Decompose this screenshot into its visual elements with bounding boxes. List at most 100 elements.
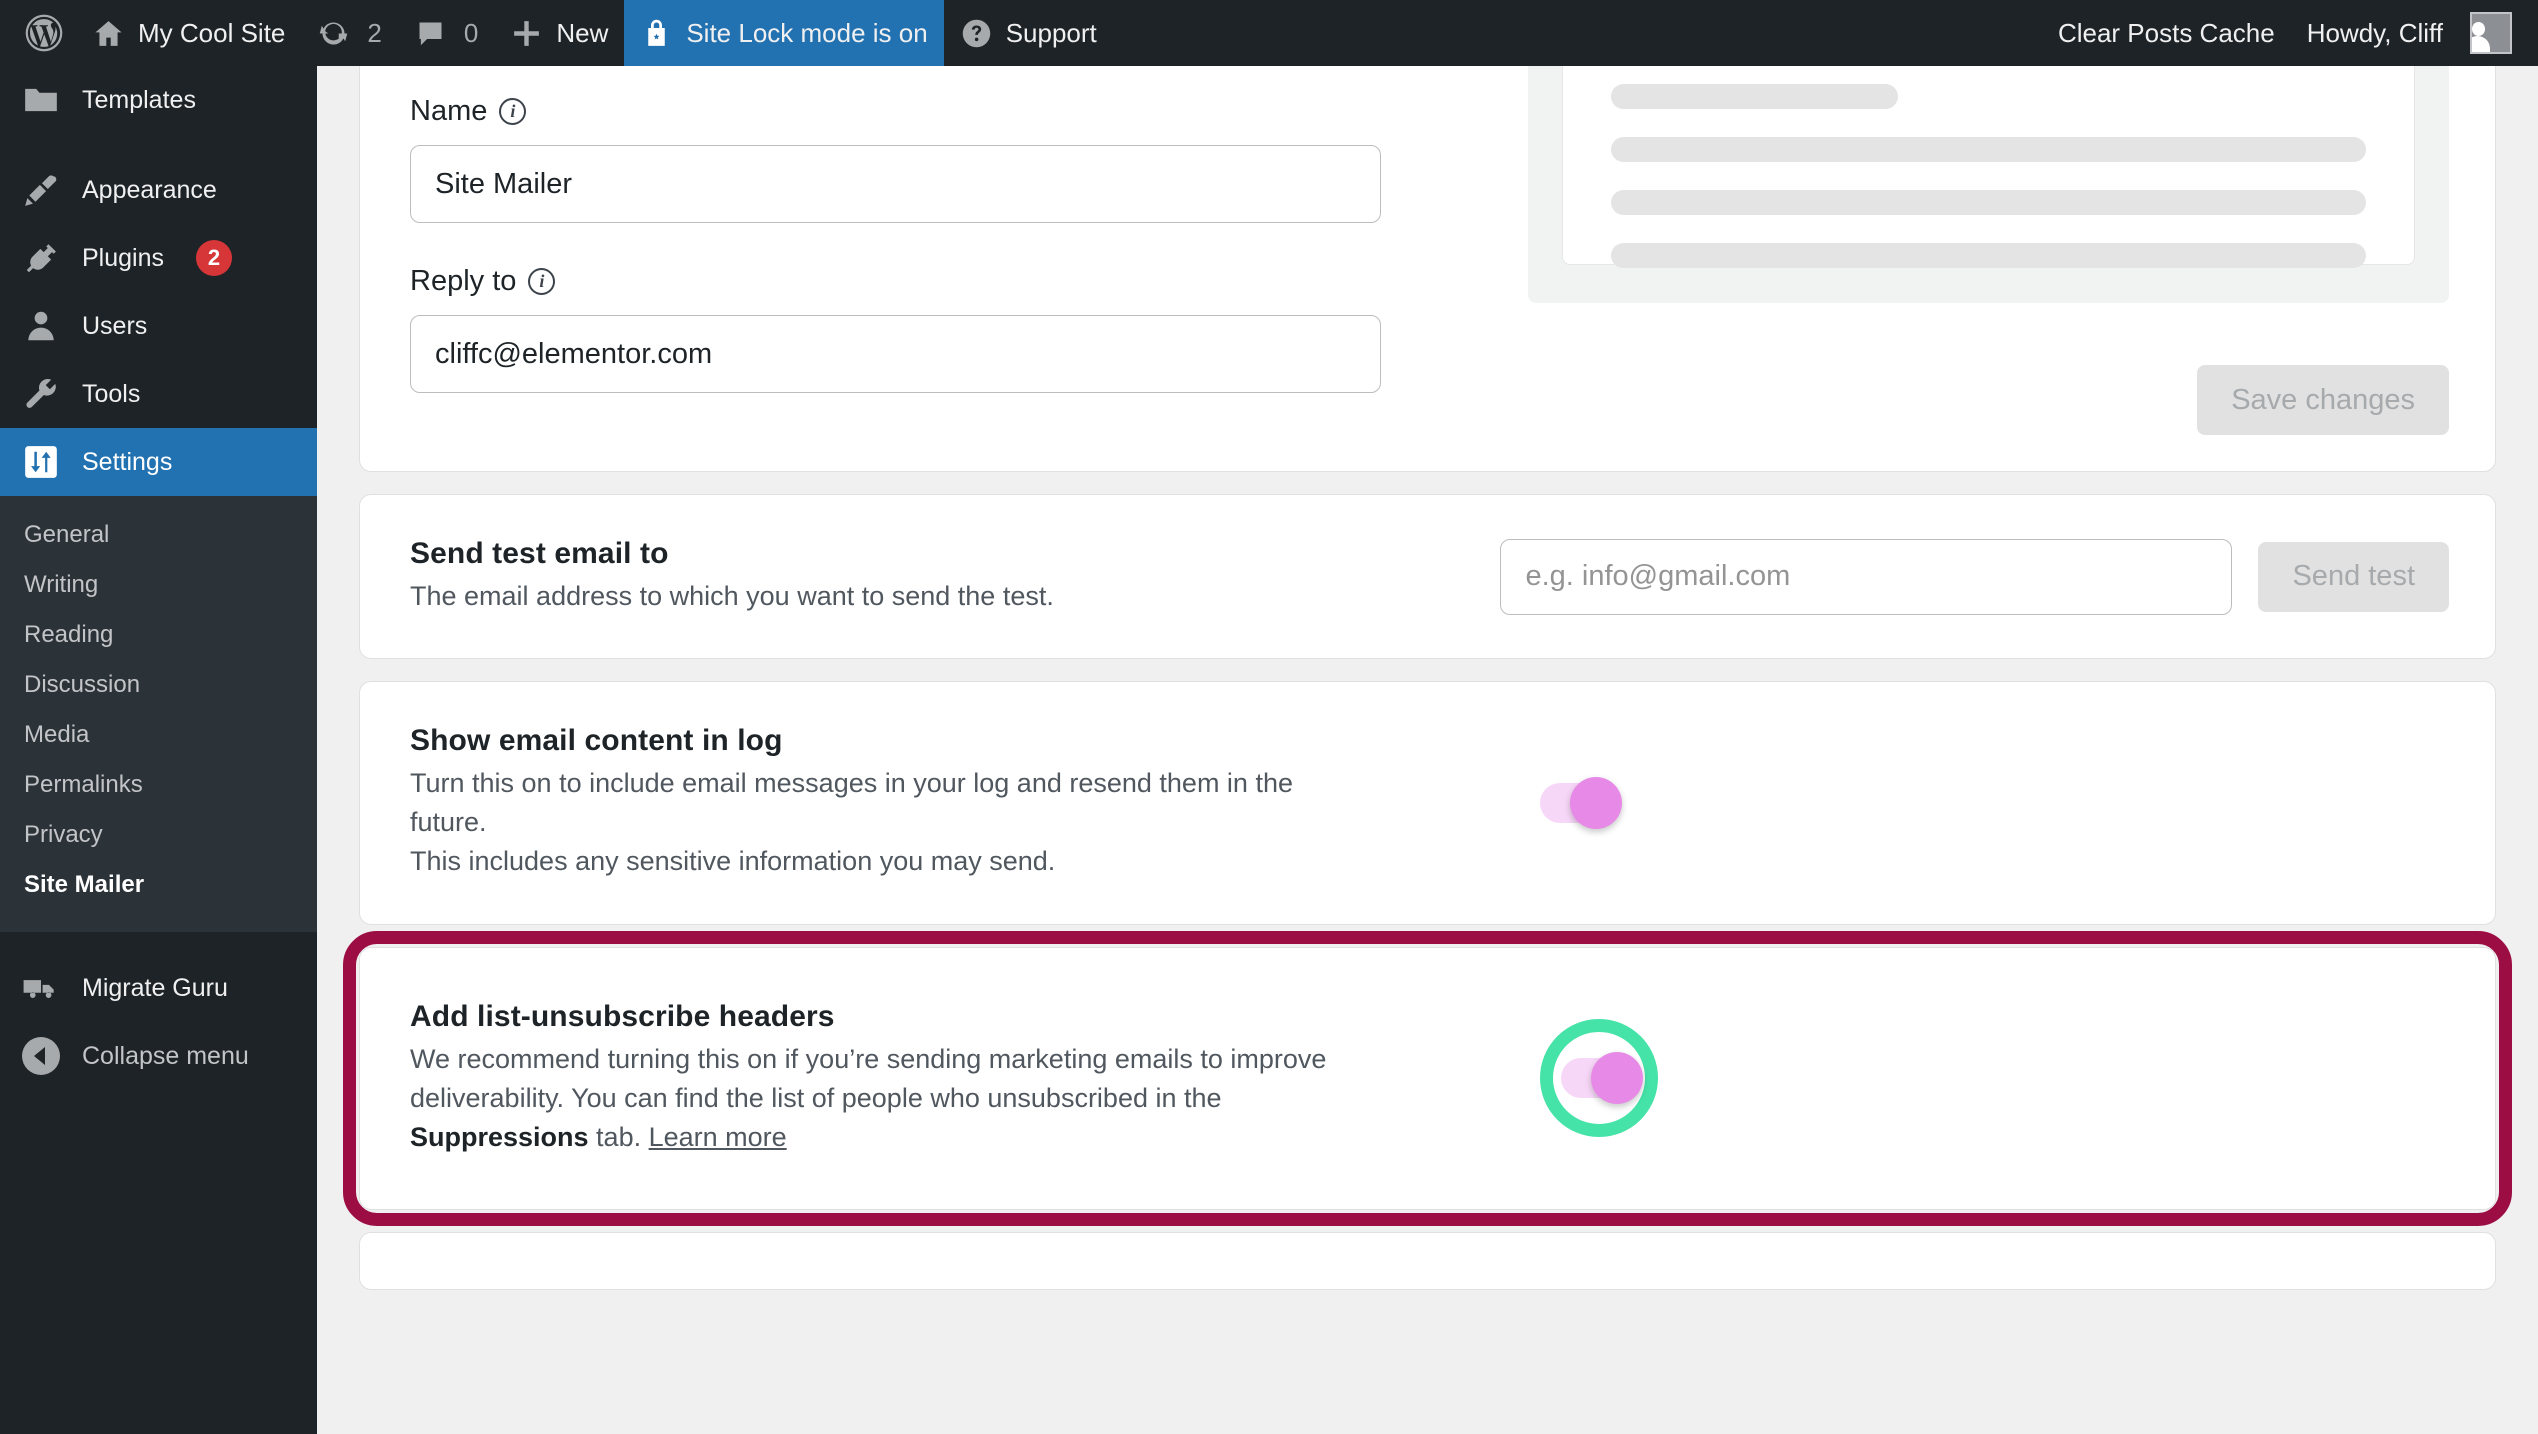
plugins-update-badge: 2	[196, 240, 232, 276]
sender-fields-column: site-address@cliffcuticorellimailer.net.…	[360, 66, 1488, 435]
name-field-label: Name i	[410, 95, 1488, 128]
sidebar-item-tools[interactable]: Tools	[0, 360, 317, 428]
reply-to-input-value: cliffc@elementor.com	[435, 337, 713, 370]
sidebar-item-label: Templates	[82, 85, 196, 114]
list-unsubscribe-headers-desc-3: Suppressions tab. Learn more	[410, 1118, 1540, 1157]
sidebar-item-plugins[interactable]: Plugins 2	[0, 224, 317, 292]
show-email-content-log-desc-1: Turn this on to include email messages i…	[410, 768, 1293, 799]
site-name-menu[interactable]: My Cool Site	[76, 0, 301, 66]
send-test-email-row: Send test email to The email address to …	[360, 495, 2495, 658]
sidebar-item-settings[interactable]: Settings	[0, 428, 333, 496]
list-unsubscribe-headers-desc-1: We recommend turning this on if you’re s…	[410, 1043, 1327, 1074]
email-preview-card: To: You	[1562, 66, 2415, 268]
site-lock-label: Site Lock mode is on	[686, 17, 928, 48]
list-unsubscribe-headers-text: Add list-unsubscribe headers We recommen…	[410, 1000, 1540, 1157]
plug-icon	[22, 239, 60, 277]
sidebar-subitem-privacy[interactable]: Privacy	[0, 810, 317, 860]
plus-icon	[510, 17, 543, 50]
name-input[interactable]: Site Mailer	[410, 145, 1381, 223]
user-icon	[22, 307, 60, 345]
settings-submenu: General Writing Reading Discussion Media…	[0, 496, 317, 932]
send-test-button[interactable]: Send test	[2258, 541, 2449, 612]
comment-bubble-icon	[414, 17, 447, 50]
send-test-email-panel: Send test email to The email address to …	[359, 494, 2496, 660]
support-menu[interactable]: Support	[944, 0, 1113, 66]
save-changes-button[interactable]: Save changes	[2197, 365, 2449, 435]
sender-settings-panel: site-address@cliffcuticorellimailer.net.…	[359, 66, 2496, 472]
toggle-switch-icon[interactable]	[1561, 1052, 1643, 1105]
user-avatar-icon	[2470, 12, 2512, 54]
sidebar-item-templates[interactable]: Templates	[0, 66, 317, 134]
sidebar-subitem-permalinks[interactable]: Permalinks	[0, 760, 317, 810]
test-email-placeholder: e.g. info@gmail.com	[1525, 560, 1791, 593]
paintbrush-icon	[22, 171, 60, 209]
show-email-content-log-toggle-wrap	[1540, 776, 1622, 829]
show-email-content-log-row: Show email content in log Turn this on t…	[360, 682, 2495, 923]
sidebar-subitem-site-mailer[interactable]: Site Mailer	[0, 860, 317, 910]
reply-to-input[interactable]: cliffc@elementor.com	[410, 315, 1381, 393]
howdy-label: Howdy, Cliff	[2306, 17, 2443, 48]
show-email-content-log-panel: Show email content in log Turn this on t…	[359, 681, 2496, 925]
sidebar-subitem-general[interactable]: General	[0, 510, 317, 560]
sidebar-subitem-reading[interactable]: Reading	[0, 610, 317, 660]
new-content-menu[interactable]: New	[494, 0, 624, 66]
test-email-input[interactable]: e.g. info@gmail.com	[1500, 538, 2233, 615]
updates-sync-icon	[317, 17, 350, 50]
reply-to-label-text: Reply to	[410, 265, 517, 297]
learn-more-link[interactable]: Learn more	[649, 1122, 787, 1152]
submenu-label: Media	[24, 721, 90, 748]
my-account-menu[interactable]: Howdy, Cliff	[2291, 0, 2538, 66]
list-unsubscribe-headers-title: Add list-unsubscribe headers	[410, 999, 835, 1033]
sidebar-item-label: Plugins	[82, 243, 164, 272]
collapse-arrow-icon	[22, 1037, 60, 1075]
send-test-email-description: The email address to which you want to s…	[410, 581, 1054, 611]
show-email-content-log-desc-3: This includes any sensitive information …	[410, 846, 1056, 877]
name-label-text: Name	[410, 95, 488, 127]
submenu-label: Discussion	[24, 671, 141, 698]
toggle-switch-icon[interactable]	[1540, 776, 1622, 829]
submenu-label: Permalinks	[24, 771, 143, 798]
admin-sidebar-menu: Templates Appearance Plugins 2 Users Too…	[0, 66, 333, 1434]
list-unsubscribe-headers-panel: Add list-unsubscribe headers We recommen…	[359, 946, 2496, 1210]
sidebar-subitem-media[interactable]: Media	[0, 710, 317, 760]
sidebar-item-migrate-guru[interactable]: Migrate Guru	[0, 954, 317, 1022]
info-circle-icon[interactable]: i	[499, 98, 527, 125]
sidebar-subitem-writing[interactable]: Writing	[0, 560, 317, 610]
list-unsubscribe-headers-desc-2: deliverability. You can find the list of…	[410, 1082, 1222, 1113]
send-test-email-controls: e.g. info@gmail.com Send test	[1500, 538, 2449, 615]
sidebar-item-appearance[interactable]: Appearance	[0, 156, 317, 224]
submenu-label: General	[24, 521, 110, 548]
email-preview-skeleton-line	[1611, 137, 2366, 162]
question-mark-icon	[960, 17, 993, 50]
email-preview-skeleton-line	[1611, 84, 1898, 109]
save-changes-row: Save changes	[2197, 365, 2449, 435]
comments-menu[interactable]: 0	[398, 0, 494, 66]
submenu-label: Writing	[24, 571, 99, 598]
suppressions-bold-text: Suppressions	[410, 1121, 589, 1152]
menu-separator	[0, 932, 317, 954]
site-lock-mode-item[interactable]: Site Lock mode is on	[624, 0, 944, 66]
info-circle-icon[interactable]: i	[528, 268, 556, 295]
submenu-label: Reading	[24, 621, 114, 648]
next-settings-panel-partial	[359, 1231, 2496, 1290]
lock-icon	[640, 17, 673, 50]
list-unsubscribe-headers-controls	[1540, 1019, 1664, 1138]
folder-icon	[22, 81, 60, 119]
menu-separator	[0, 134, 317, 156]
wordpress-logo-button[interactable]	[0, 0, 76, 66]
sidebar-item-users[interactable]: Users	[0, 292, 317, 360]
sidebar-item-label: Appearance	[82, 175, 217, 204]
clear-posts-cache-button[interactable]: Clear Posts Cache	[2042, 0, 2291, 66]
collapse-menu-label: Collapse menu	[82, 1041, 249, 1070]
email-preview-skeleton-line	[1611, 243, 2366, 268]
updates-menu[interactable]: 2	[301, 0, 397, 66]
main-content-area: site-address@cliffcuticorellimailer.net.…	[317, 66, 2538, 1434]
collapse-menu-button[interactable]: Collapse menu	[0, 1022, 317, 1090]
show-email-content-log-desc-2: future.	[410, 807, 487, 838]
support-label: Support	[1005, 17, 1097, 48]
show-email-content-log-text: Show email content in log Turn this on t…	[410, 724, 1540, 881]
name-input-value: Site Mailer	[435, 167, 572, 200]
clear-posts-cache-label: Clear Posts Cache	[2057, 17, 2275, 48]
sidebar-subitem-discussion[interactable]: Discussion	[0, 660, 317, 710]
submenu-label: Site Mailer	[24, 871, 145, 898]
